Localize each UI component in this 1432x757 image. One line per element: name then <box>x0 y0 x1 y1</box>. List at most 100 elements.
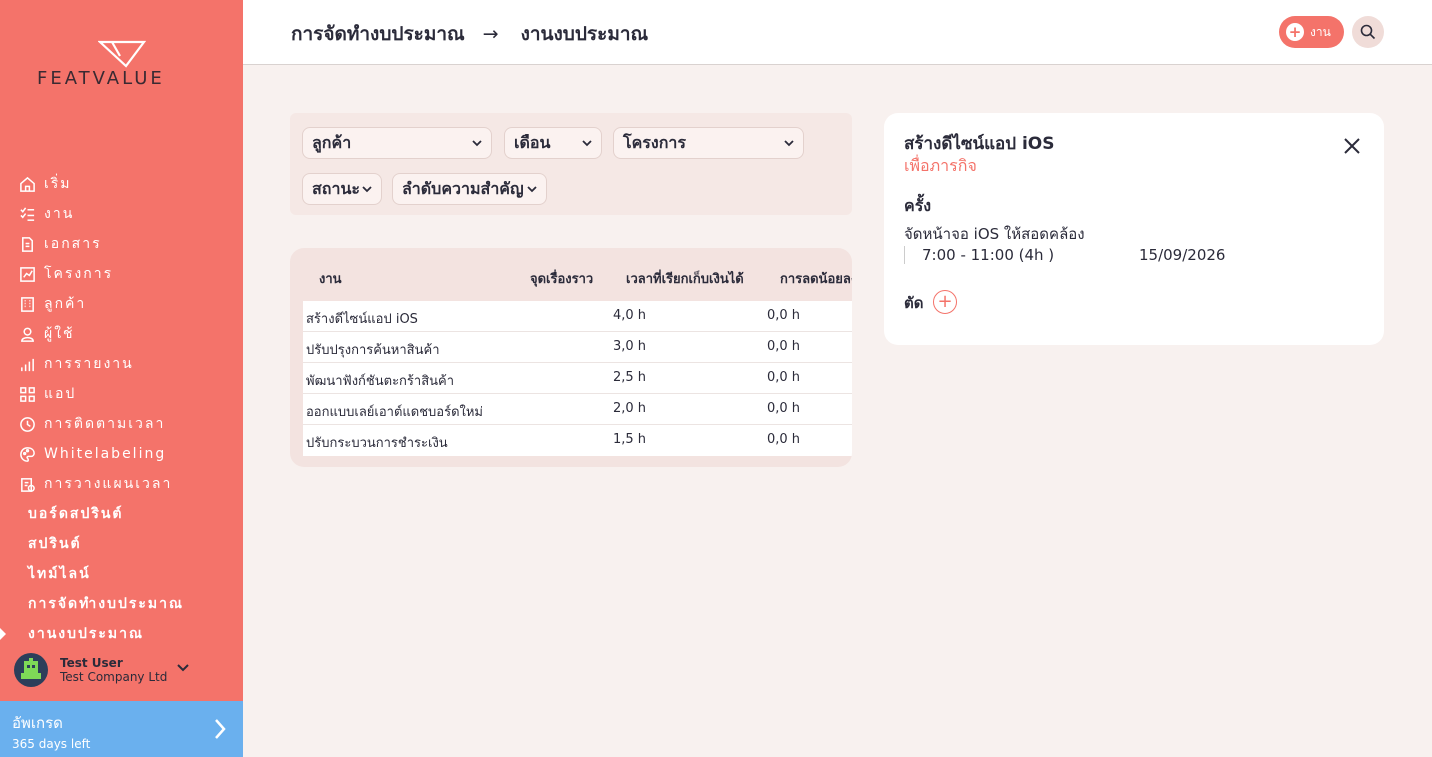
sidebar-subitem-4[interactable]: งานงบประมาณ <box>0 619 243 649</box>
close-icon[interactable] <box>1343 137 1361 155</box>
building-icon <box>18 295 36 313</box>
detail-section-heading: ครั้ง <box>904 196 932 215</box>
sidebar-item-1[interactable]: งาน <box>0 199 243 229</box>
reduced-time-cell: 0,0 h <box>767 401 801 416</box>
chevron-down-icon <box>362 186 372 193</box>
breadcrumb-arrow: → <box>482 23 499 45</box>
home-icon <box>18 175 36 193</box>
sidebar-item-5[interactable]: ผู้ใช้ <box>0 319 243 349</box>
table-row[interactable]: ออกแบบเลย์เอาต์แดชบอร์ดใหม่ 2,0 h 0,0 h <box>303 394 852 425</box>
sidebar: FEATVALUE เริ่มงานเอกสารโครงการลูกค้าผู้… <box>0 0 243 757</box>
document-icon <box>18 235 36 253</box>
reduced-time-cell: 0,0 h <box>767 432 801 447</box>
plus-icon: + <box>1286 23 1304 41</box>
sidebar-item-0[interactable]: เริ่ม <box>0 169 243 199</box>
table-row[interactable]: ปรับกระบวนการชำระเงิน 1,5 h 0,0 h <box>303 425 852 456</box>
apps-icon <box>18 385 36 403</box>
sidebar-item-label: ลูกค้า <box>44 296 87 312</box>
sidebar-item-label: ผู้ใช้ <box>44 326 75 342</box>
customer-select[interactable]: ลูกค้า <box>302 127 492 159</box>
sidebar-subitem-3[interactable]: การจัดทำงบประมาณ <box>0 589 243 619</box>
planning-icon <box>18 475 36 493</box>
add-task-label: งาน <box>1310 24 1331 39</box>
search-button[interactable] <box>1352 16 1384 48</box>
chevron-down-icon <box>784 140 794 147</box>
sidebar-item-label: แอป <box>44 386 77 402</box>
status-select-value: สถานะ <box>312 178 360 198</box>
table-row[interactable]: ปรับปรุงการค้นหาสินค้า 3,0 h 0,0 h <box>303 332 852 363</box>
chevron-down-icon <box>582 140 592 147</box>
project-icon <box>18 265 36 283</box>
column-header-reduced[interactable]: การลดน้อยลง <box>780 268 852 289</box>
reduced-time-cell: 0,0 h <box>767 308 801 323</box>
sidebar-item-8[interactable]: การติดตามเวลา <box>0 409 243 439</box>
robot-avatar-icon <box>21 658 41 679</box>
sidebar-subitem-label: สปรินต์ <box>28 536 82 552</box>
sidebar-item-label: การติดตามเวลา <box>44 416 166 432</box>
column-header-task[interactable]: งาน <box>319 268 342 289</box>
sidebar-item-4[interactable]: ลูกค้า <box>0 289 243 319</box>
brand-name: FEATVALUE <box>37 68 165 89</box>
user-menu[interactable]: Test User Test Company Ltd <box>14 650 234 690</box>
sidebar-subitem-label: บอร์ดสปรินต์ <box>28 506 124 522</box>
month-select[interactable]: เดือน <box>504 127 602 159</box>
upgrade-days-left: 365 days left <box>12 737 91 751</box>
sidebar-item-3[interactable]: โครงการ <box>0 259 243 289</box>
detail-time-range: 7:00 - 11:00 (4h ) <box>904 246 1054 264</box>
detail-subtitle[interactable]: เพื่อภารกิจ <box>904 154 977 179</box>
task-name-cell: ปรับปรุงการค้นหาสินค้า <box>306 343 440 358</box>
detail-description: จัดหน้าจอ iOS ให้สอดคล้อง <box>904 225 1085 243</box>
table-row[interactable]: พัฒนาฟังก์ชันตะกร้าสินค้า 2,5 h 0,0 h <box>303 363 852 394</box>
filter-bar: ลูกค้า เดือน โครงการ สถานะ ลำดับความสำคั… <box>290 113 852 215</box>
task-name-cell: สร้างดีไซน์แอป iOS <box>306 312 418 327</box>
breadcrumb-parent[interactable]: การจัดทำงบประมาณ <box>291 19 465 49</box>
sidebar-item-2[interactable]: เอกสาร <box>0 229 243 259</box>
add-task-button[interactable]: + งาน <box>1279 16 1344 48</box>
priority-select[interactable]: ลำดับความสำคัญ <box>392 173 547 205</box>
sidebar-item-7[interactable]: แอป <box>0 379 243 409</box>
upgrade-button[interactable]: อัพเกรด 365 days left <box>0 701 243 757</box>
breadcrumb: การจัดทำงบประมาณ → งานงบประมาณ <box>291 19 648 49</box>
sidebar-subitem-2[interactable]: ไทม์ไลน์ <box>0 559 243 589</box>
sidebar-item-label: เอกสาร <box>44 236 102 252</box>
project-select-value: โครงการ <box>623 132 686 152</box>
task-name-cell: ปรับกระบวนการชำระเงิน <box>306 436 448 451</box>
column-header-story-points[interactable]: จุดเรื่องราว <box>530 268 593 289</box>
sidebar-subitem-label: การจัดทำงบประมาณ <box>28 596 184 612</box>
task-name-cell: ออกแบบเลย์เอาต์แดชบอร์ดใหม่ <box>306 405 484 420</box>
detail-title: สร้างดีไซน์แอป iOS <box>904 134 1055 154</box>
sidebar-item-label: โครงการ <box>44 266 114 282</box>
table-body: สร้างดีไซน์แอป iOS 4,0 h 0,0 h ปรับปรุงการค… <box>303 301 852 456</box>
sidebar-subitem-0[interactable]: บอร์ดสปรินต์ <box>0 499 243 529</box>
task-name-cell: พัฒนาฟังก์ชันตะกร้าสินค้า <box>306 374 455 389</box>
billable-time-cell: 4,0 h <box>613 308 647 323</box>
billable-time-cell: 3,0 h <box>613 339 647 354</box>
tasks-icon <box>18 205 36 223</box>
chevron-down-icon <box>472 140 482 147</box>
sidebar-item-label: Whitelabeling <box>44 446 167 462</box>
month-select-value: เดือน <box>514 132 551 152</box>
user-company: Test Company Ltd <box>60 670 168 684</box>
column-header-billable[interactable]: เวลาที่เรียกเก็บเงินได้ <box>626 268 744 289</box>
breadcrumb-current: งานงบประมาณ <box>520 23 649 45</box>
budget-task-table: งาน จุดเรื่องราว เวลาที่เรียกเก็บเงินได้… <box>290 248 852 467</box>
reduced-time-cell: 0,0 h <box>767 339 801 354</box>
sidebar-item-9[interactable]: Whitelabeling <box>0 439 243 469</box>
table-row[interactable]: สร้างดีไซน์แอป iOS 4,0 h 0,0 h <box>303 301 852 332</box>
customer-select-value: ลูกค้า <box>312 132 352 152</box>
logo-mark-icon <box>98 40 146 68</box>
sidebar-item-label: เริ่ม <box>44 176 72 192</box>
avatar <box>14 653 48 687</box>
detail-cut-label: ตัด <box>904 294 924 312</box>
brand-logo[interactable]: FEATVALUE <box>37 40 209 90</box>
user-icon <box>18 325 36 343</box>
project-select[interactable]: โครงการ <box>613 127 804 159</box>
chevron-down-icon[interactable] <box>176 661 190 675</box>
add-cut-button[interactable]: + <box>933 290 957 314</box>
report-icon <box>18 355 36 373</box>
sidebar-subitem-1[interactable]: สปรินต์ <box>0 529 243 559</box>
sidebar-item-6[interactable]: การรายงาน <box>0 349 243 379</box>
status-select[interactable]: สถานะ <box>302 173 382 205</box>
task-detail-panel: สร้างดีไซน์แอป iOS เพื่อภารกิจ ครั้ง จัด… <box>884 113 1384 345</box>
sidebar-item-10[interactable]: การวางแผนเวลา <box>0 469 243 499</box>
